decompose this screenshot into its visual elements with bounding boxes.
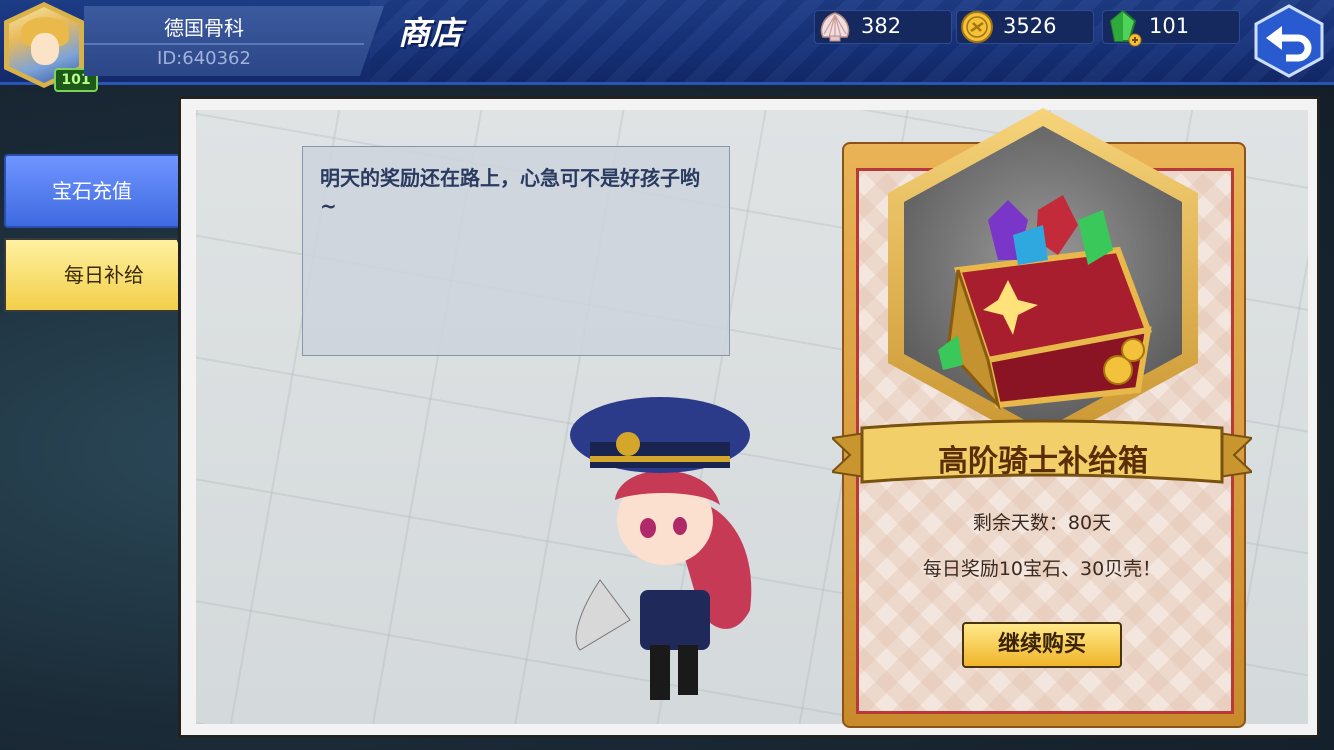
currency-gem: 101 — [1102, 9, 1240, 47]
dialog-text: 明天的奖励还在路上，心急可不是好孩子哟~ — [320, 166, 700, 218]
gem-count: 101 — [1149, 14, 1190, 38]
tab-gem-recharge[interactable]: 宝石充值 — [4, 154, 180, 228]
page-title: 商店 — [398, 14, 463, 52]
player-name: 德国骨科 — [164, 16, 244, 40]
remaining-days: 剩余天数：80天 — [972, 512, 1112, 534]
treasure-chest-image — [938, 195, 1153, 410]
currency-gold: 3526 — [956, 10, 1094, 44]
green-gem-icon — [1109, 9, 1142, 47]
shell-count: 382 — [861, 14, 902, 38]
gold-coin-icon — [961, 11, 993, 43]
daily-reward-text: 每日奖励10宝石、30贝壳！ — [922, 558, 1162, 580]
continue-purchase-button[interactable]: 继续购买 — [962, 622, 1122, 668]
tab-daily-supply[interactable]: 每日补给 — [4, 238, 204, 312]
player-avatar[interactable]: 101 — [4, 2, 98, 92]
player-id: ID:640362 — [157, 48, 251, 69]
back-button[interactable] — [1252, 4, 1326, 78]
card-title: 高阶骑士补给箱 — [938, 444, 1148, 479]
officer-character — [570, 397, 752, 700]
shell-icon — [820, 12, 850, 42]
currency-shell: 382 — [814, 10, 952, 44]
gold-count: 3526 — [1003, 14, 1057, 38]
